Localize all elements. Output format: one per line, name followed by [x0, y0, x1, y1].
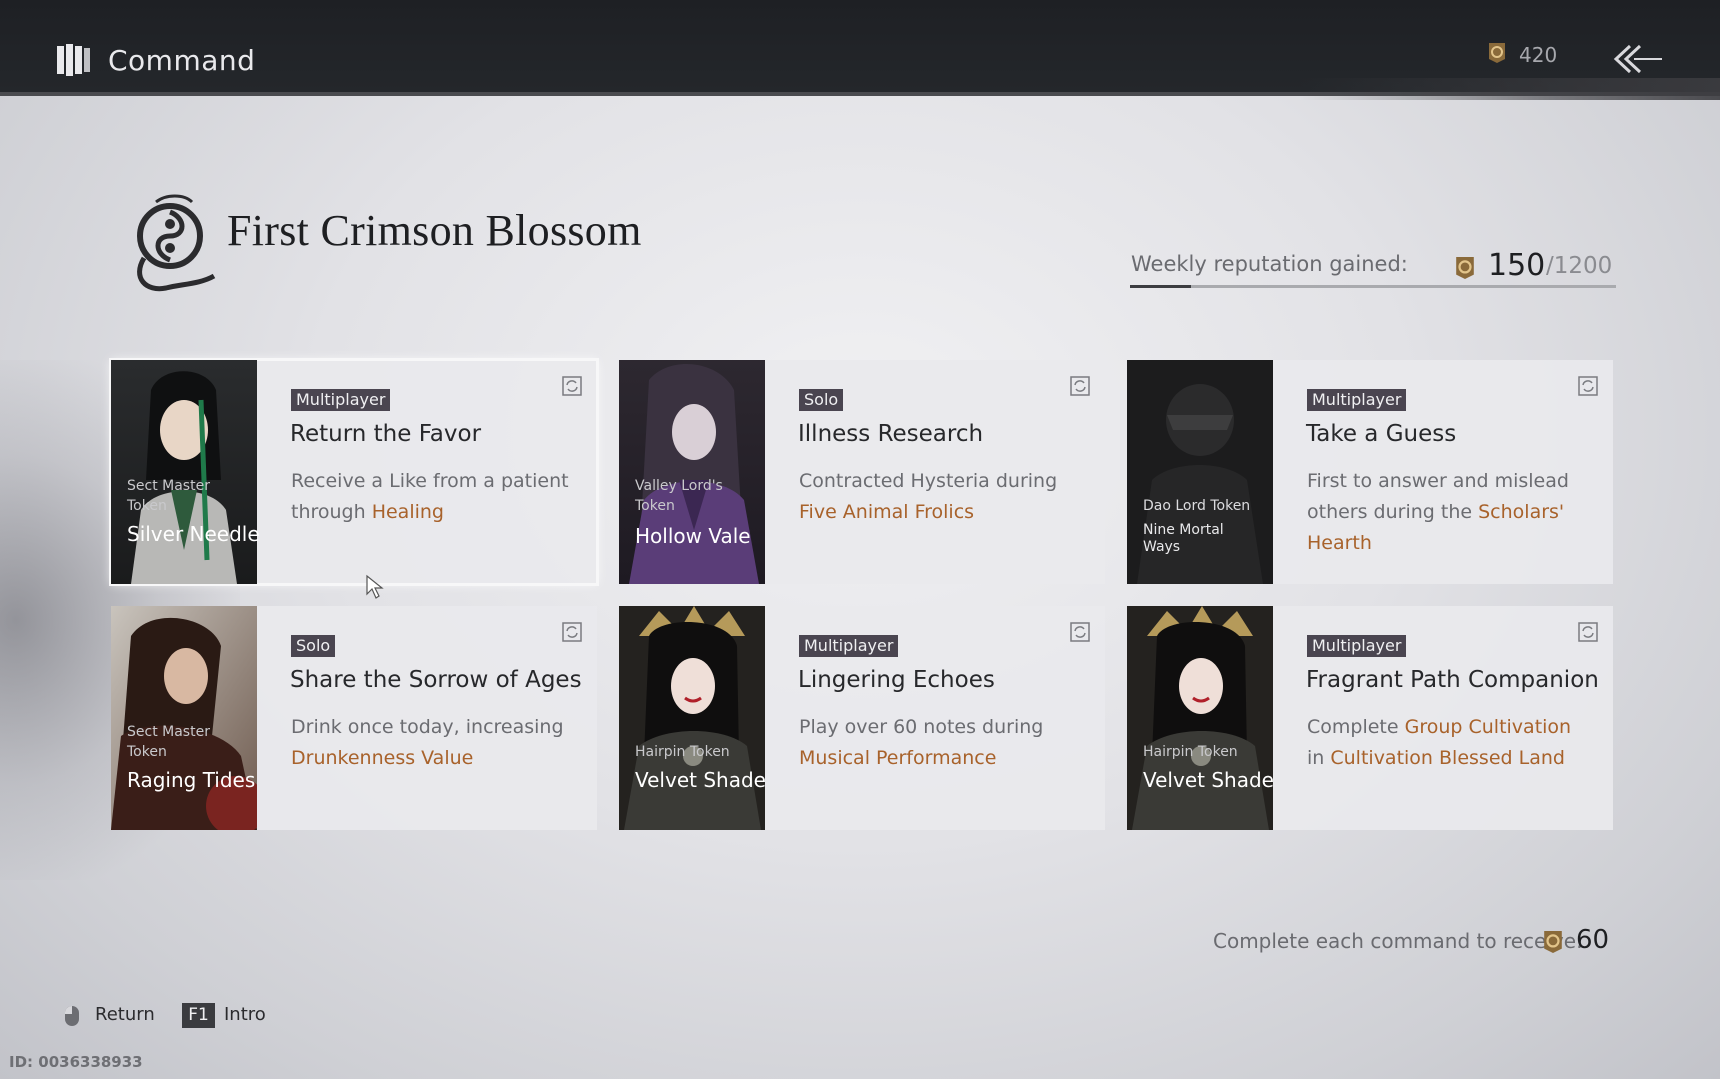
back-arrow-icon[interactable] — [1612, 42, 1664, 76]
mode-tag: Solo — [291, 635, 336, 657]
f1-key-badge: F1 — [182, 1003, 215, 1028]
weekly-reputation-current: 150 — [1488, 248, 1546, 283]
refresh-icon[interactable] — [1070, 376, 1090, 396]
highlight-keyword[interactable]: Cultivation Blessed Land — [1330, 747, 1565, 769]
command-title: Return the Favor — [290, 421, 482, 447]
refresh-icon[interactable] — [1578, 376, 1598, 396]
return-button[interactable]: Return — [95, 1004, 155, 1025]
command-description: Receive a Like from a patient through He… — [291, 466, 576, 528]
page-title: Command — [108, 44, 256, 77]
command-card-0[interactable]: Sect Master Token Silver Needle Multipla… — [109, 358, 599, 586]
reputation-seal-icon — [1489, 43, 1505, 63]
token-name: Raging Tides — [127, 768, 256, 792]
command-description: Play over 60 notes during Musical Perfor… — [799, 712, 1084, 774]
highlight-keyword[interactable]: Group Cultivation — [1405, 716, 1571, 738]
command-card-3[interactable]: Sect Master Token Raging Tides Solo Shar… — [111, 606, 597, 830]
highlight-keyword[interactable]: Five Animal Frolics — [799, 501, 974, 523]
top-bar: Command 420 — [0, 0, 1720, 100]
faction-title: First Crimson Blossom — [227, 206, 642, 255]
token-type: Valley Lord's Token — [635, 478, 723, 514]
weekly-reputation-label: Weekly reputation gained: — [1131, 252, 1408, 276]
mode-tag: Solo — [799, 389, 844, 411]
mouse-icon — [64, 1005, 79, 1026]
command-card-5[interactable]: Hairpin Token Velvet Shade Multiplayer F… — [1127, 606, 1613, 830]
command-card-1[interactable]: Valley Lord's Token Hollow Vale Solo Ill… — [619, 360, 1105, 584]
command-title: Lingering Echoes — [798, 667, 995, 693]
command-title: Illness Research — [798, 421, 984, 447]
command-description: First to answer and mislead others durin… — [1307, 466, 1592, 559]
description-text: Contracted Hysteria during — [799, 470, 1058, 492]
description-text: Drink once today, increasing — [291, 716, 564, 738]
description-text: in — [1307, 747, 1331, 769]
token-portrait — [1127, 606, 1273, 830]
command-title: Share the Sorrow of Ages — [290, 667, 582, 693]
command-title: Take a Guess — [1306, 421, 1457, 447]
refresh-icon[interactable] — [1070, 622, 1090, 642]
token-portrait — [619, 606, 765, 830]
weekly-reputation-progress-fill — [1130, 285, 1191, 288]
token-name: Silver Needle — [127, 522, 260, 546]
mode-tag: Multiplayer — [1307, 635, 1407, 657]
command-book-icon — [57, 44, 90, 76]
reward-label: Complete each command to receive: — [1213, 929, 1583, 953]
command-description: Contracted Hysteria during Five Animal F… — [799, 466, 1084, 528]
token-type: Sect Master Token — [127, 724, 210, 760]
highlight-keyword[interactable]: Drunkenness Value — [291, 747, 473, 769]
token-name: Velvet Shade — [1143, 768, 1274, 792]
mode-tag: Multiplayer — [1307, 389, 1407, 411]
token-type: Dao Lord Token — [1143, 498, 1251, 514]
command-card-4[interactable]: Hairpin Token Velvet Shade Multiplayer L… — [619, 606, 1105, 830]
mode-tag: Multiplayer — [799, 635, 899, 657]
currency-value: 420 — [1519, 43, 1558, 67]
highlight-keyword[interactable]: Musical Performance — [799, 747, 996, 769]
token-portrait — [111, 360, 257, 584]
reward-value: 60 — [1576, 925, 1610, 955]
token-type: Sect Master Token — [127, 478, 210, 514]
description-text: Play over 60 notes during — [799, 716, 1044, 738]
weekly-reputation-progress-bar — [1130, 285, 1616, 288]
user-id-label: ID: 0036338933 — [9, 1053, 143, 1071]
token-subtitle: Nine Mortal Ways — [1143, 522, 1224, 555]
description-text: Complete — [1307, 716, 1405, 738]
highlight-keyword[interactable]: Healing — [372, 501, 444, 523]
intro-button[interactable]: Intro — [224, 1004, 266, 1025]
token-type: Hairpin Token — [635, 744, 730, 760]
command-description: Drink once today, increasing Drunkenness… — [291, 712, 576, 774]
crimson-blossom-emblem-icon — [137, 194, 216, 292]
weekly-reputation-max: /1200 — [1546, 253, 1613, 279]
token-portrait — [111, 606, 257, 830]
token-portrait — [619, 360, 765, 584]
command-title: Fragrant Path Companion — [1306, 667, 1599, 693]
token-name: Hollow Vale — [635, 524, 751, 548]
reputation-seal-icon — [1456, 257, 1474, 279]
reputation-seal-icon — [1544, 931, 1562, 953]
token-name: Velvet Shade — [635, 768, 766, 792]
mouse-cursor-icon — [366, 574, 384, 599]
mode-tag: Multiplayer — [291, 389, 391, 411]
topbar-ink-stroke — [1300, 78, 1720, 100]
refresh-icon[interactable] — [562, 376, 582, 396]
refresh-icon[interactable] — [562, 622, 582, 642]
command-card-2[interactable]: Dao Lord Token Nine Mortal Ways Multipla… — [1127, 360, 1613, 584]
refresh-icon[interactable] — [1578, 622, 1598, 642]
token-type: Hairpin Token — [1143, 744, 1238, 760]
command-description: Complete Group Cultivation in Cultivatio… — [1307, 712, 1592, 774]
